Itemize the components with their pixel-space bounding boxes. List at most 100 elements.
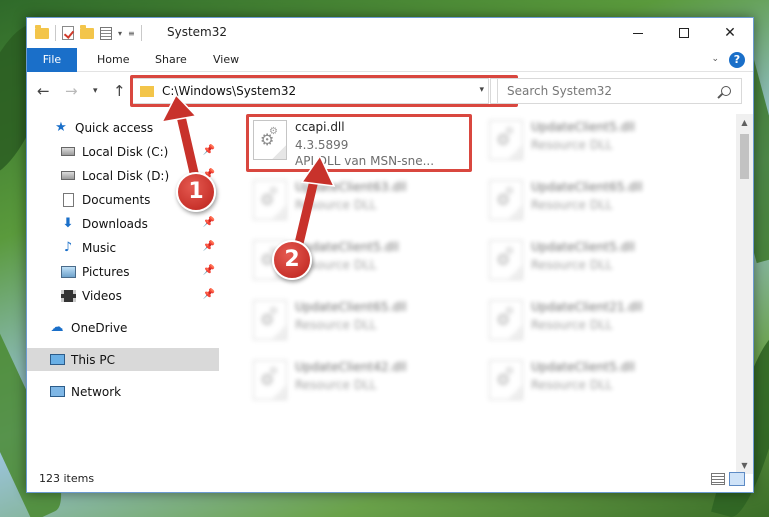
sidebar-item-videos[interactable]: Videos 📌: [27, 284, 219, 307]
documents-icon: [60, 192, 76, 207]
file-name: UpdateClient5.dll: [531, 240, 635, 254]
customize-toolbar-icon[interactable]: ≡: [128, 29, 135, 38]
forward-button[interactable]: →: [65, 82, 78, 100]
address-bar-highlight: [130, 75, 518, 107]
file-description: Resource DLL: [295, 318, 377, 332]
explorer-window: ▾ ≡ System32 ✕ File Home Share View ⌄ ? …: [26, 17, 754, 493]
maximize-icon: [679, 28, 689, 38]
search-icon[interactable]: [721, 86, 731, 96]
drive-icon: [60, 145, 76, 159]
file-name: UpdateClient5.dll: [531, 360, 635, 374]
file-list: ccapi.dll 4.3.5899 API DLL van MSN-sne..…: [227, 114, 735, 464]
sidebar-item-this-pc[interactable]: This PC: [27, 348, 219, 371]
computer-icon: [49, 353, 65, 367]
step-2-badge: 2: [272, 240, 312, 280]
star-icon: ★: [55, 120, 67, 135]
vertical-scrollbar[interactable]: ▲ ▼: [736, 114, 753, 474]
sidebar-item-label: This PC: [71, 352, 115, 367]
file-item[interactable]: UpdateClient5.dll Resource DLL: [483, 114, 713, 172]
network-icon: [49, 385, 65, 399]
pictures-icon: [60, 265, 76, 279]
file-item[interactable]: UpdateClient65.dll Resource DLL: [483, 174, 713, 232]
downloads-icon: ⬇: [62, 216, 74, 231]
file-description: Resource DLL: [531, 318, 613, 332]
search-placeholder: Search System32: [507, 84, 613, 98]
music-icon: ♪: [63, 240, 73, 255]
divider: [55, 25, 56, 41]
dll-file-icon: [253, 180, 287, 220]
back-button[interactable]: ←: [37, 82, 50, 100]
pin-icon[interactable]: 📌: [203, 217, 215, 228]
chevron-down-icon[interactable]: ▾: [118, 29, 122, 38]
folder-icon: [35, 24, 49, 39]
file-description: Resource DLL: [295, 378, 377, 392]
sidebar-item-label: Network: [71, 384, 122, 399]
sidebar-item-label: Pictures: [82, 264, 130, 279]
sidebar-item-label: Documents: [82, 192, 151, 207]
pin-icon[interactable]: 📌: [203, 265, 215, 276]
sidebar-item-label: OneDrive: [71, 320, 128, 335]
file-item[interactable]: UpdateClient5.dll Resource DLL: [483, 234, 713, 292]
sidebar-item-music[interactable]: ♪ Music 📌: [27, 236, 219, 259]
status-bar: 123 items: [27, 466, 753, 492]
step-1-badge: 1: [176, 172, 216, 212]
search-input[interactable]: Search System32: [497, 78, 742, 104]
ribbon: File Home Share View ⌄ ?: [27, 48, 753, 72]
properties-icon[interactable]: [100, 26, 112, 40]
file-name: UpdateClient42.dll: [295, 360, 407, 374]
scroll-thumb[interactable]: [740, 134, 749, 179]
window-controls: ✕: [615, 18, 753, 48]
help-icon[interactable]: ?: [729, 52, 745, 68]
file-item[interactable]: UpdateClient63.dll Resource DLL: [247, 174, 477, 232]
large-icons-view-icon[interactable]: [729, 472, 745, 486]
sidebar-item-label: Music: [82, 240, 117, 255]
close-button[interactable]: ✕: [707, 18, 753, 48]
dll-file-icon: [489, 120, 523, 160]
file-description: Resource DLL: [295, 198, 377, 212]
sidebar-item-pictures[interactable]: Pictures 📌: [27, 260, 219, 283]
sidebar-item-downloads[interactable]: ⬇ Downloads 📌: [27, 212, 219, 235]
file-description: Resource DLL: [531, 378, 613, 392]
sidebar-item-quick-access[interactable]: ★ Quick access: [27, 116, 219, 139]
properties-check-icon[interactable]: [62, 26, 74, 40]
sidebar-item-local-disk-c[interactable]: Local Disk (C:) 📌: [27, 140, 219, 163]
minimize-button[interactable]: [615, 18, 661, 48]
file-description: Resource DLL: [531, 198, 613, 212]
expand-ribbon-icon[interactable]: ⌄: [711, 54, 719, 64]
tab-file[interactable]: File: [27, 48, 77, 72]
file-name: UpdateClient5.dll: [531, 120, 635, 134]
item-count: 123 items: [39, 472, 95, 485]
scroll-up-button[interactable]: ▲: [736, 114, 753, 131]
dll-file-icon: [489, 300, 523, 340]
file-description: Resource DLL: [531, 258, 613, 272]
title-bar: ▾ ≡ System32 ✕: [27, 18, 753, 48]
file-item[interactable]: UpdateClient42.dll Resource DLL: [247, 354, 477, 412]
pin-icon[interactable]: 📌: [203, 241, 215, 252]
pin-icon[interactable]: 📌: [203, 289, 215, 300]
navigation-bar: ← → ▾ ↑ C:\Windows\System32 ▾ ↻ Search S…: [27, 73, 753, 109]
sidebar-item-network[interactable]: Network: [27, 380, 219, 403]
quick-access-toolbar: ▾ ≡: [35, 24, 142, 42]
pin-icon[interactable]: 📌: [203, 145, 215, 156]
sidebar-item-onedrive[interactable]: ☁ OneDrive: [27, 316, 219, 339]
tab-view[interactable]: View: [213, 48, 239, 72]
videos-icon: [60, 289, 76, 303]
file-highlight: [246, 114, 472, 172]
file-name: UpdateClient21.dll: [531, 300, 643, 314]
file-item[interactable]: UpdateClient5.dll Resource DLL: [483, 354, 713, 412]
tab-share[interactable]: Share: [155, 48, 187, 72]
dll-file-icon: [253, 360, 287, 400]
minimize-icon: [633, 32, 643, 34]
file-item[interactable]: UpdateClient21.dll Resource DLL: [483, 294, 713, 352]
tab-home[interactable]: Home: [97, 48, 129, 72]
sidebar-item-label: Quick access: [75, 120, 154, 135]
new-folder-icon[interactable]: [80, 24, 94, 39]
sidebar-item-label: Local Disk (D:): [82, 168, 170, 183]
details-view-icon[interactable]: [711, 473, 725, 485]
file-item[interactable]: UpdateClient65.dll Resource DLL: [247, 294, 477, 352]
file-description: Resource DLL: [531, 138, 613, 152]
maximize-button[interactable]: [661, 18, 707, 48]
recent-locations-button[interactable]: ▾: [93, 86, 98, 96]
up-button[interactable]: ↑: [113, 82, 126, 100]
sidebar-item-label: Videos: [82, 288, 122, 303]
